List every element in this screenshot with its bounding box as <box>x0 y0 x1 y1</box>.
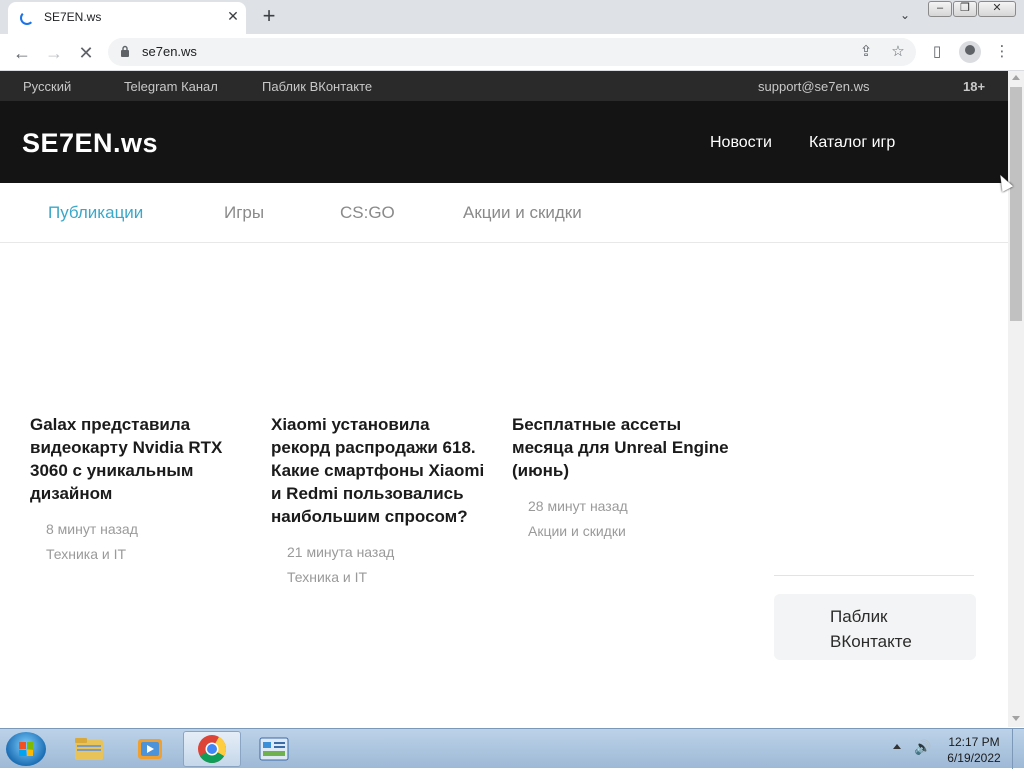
menu-kebab-icon[interactable]: ⋮ <box>992 42 1012 62</box>
article-time: 8 минут назад <box>46 521 138 537</box>
nav-news-link[interactable]: Новости <box>710 134 772 152</box>
side-panel-icon[interactable]: ▯ <box>927 42 947 62</box>
scroll-up-arrow-icon[interactable] <box>1012 75 1020 80</box>
article-category[interactable]: Техника и IT <box>46 542 248 567</box>
bookmark-star-icon[interactable]: ☆ <box>888 42 908 62</box>
browser-tab-strip: SE7EN.ws ✕ + ⌄ – ❐ ✕ <box>0 0 1024 34</box>
start-button[interactable] <box>6 732 46 766</box>
age-rating-badge: 18+ <box>963 79 986 94</box>
taskbar-control-panel[interactable] <box>245 731 303 767</box>
folder-icon <box>75 738 103 760</box>
url-text: se7en.ws <box>142 44 197 59</box>
telegram-link[interactable]: Telegram Канал <box>124 79 218 94</box>
windows-taskbar: 🔊 12:17 PM 6/19/2022 <box>0 728 1024 769</box>
address-bar[interactable]: se7en.ws <box>108 38 916 66</box>
volume-icon[interactable]: 🔊 <box>914 739 932 757</box>
loading-spinner-icon <box>20 11 34 25</box>
clock-date[interactable]: 6/19/2022 <box>944 751 1004 765</box>
tab-publications[interactable]: Публикации <box>48 203 143 223</box>
article-category[interactable]: Акции и скидки <box>528 519 730 544</box>
tab-search-chevron-icon[interactable]: ⌄ <box>896 8 914 26</box>
vk-public-widget[interactable]: Паблик ВКонтакте <box>774 594 976 660</box>
tab-title: SE7EN.ws <box>44 10 102 24</box>
tab-deals[interactable]: Акции и скидки <box>463 203 582 223</box>
show-hidden-icons-icon[interactable] <box>893 744 901 749</box>
site-topbar: Русский Telegram Канал Паблик ВКонтакте … <box>0 71 1008 101</box>
close-window-button[interactable]: ✕ <box>978 1 1016 17</box>
tab-games[interactable]: Игры <box>224 203 264 223</box>
article-card[interactable]: Бесплатные ассеты месяца для Unreal Engi… <box>512 413 730 544</box>
site-logo[interactable]: SE7EN.ws <box>22 128 158 159</box>
page-viewport: Русский Telegram Канал Паблик ВКонтакте … <box>0 71 1008 727</box>
browser-tab[interactable]: SE7EN.ws ✕ <box>8 2 246 34</box>
article-title[interactable]: Galax представила видеокарту Nvidia RTX … <box>30 413 248 505</box>
sidebar-divider <box>774 575 974 576</box>
forward-arrow-icon[interactable]: → <box>41 40 67 66</box>
nav-catalog-link[interactable]: Каталог игр <box>809 134 895 152</box>
taskbar-media-player[interactable] <box>122 731 180 767</box>
support-email-link[interactable]: support@se7en.ws <box>758 79 869 94</box>
category-tabs: Публикации Игры CS:GO Акции и скидки <box>0 183 1008 243</box>
restore-window-button[interactable]: ❐ <box>953 1 977 17</box>
article-time: 28 минут назад <box>528 498 628 514</box>
site-header: SE7EN.ws Новости Каталог игр <box>0 101 1008 183</box>
lock-icon <box>121 45 129 57</box>
stop-loading-icon[interactable]: ✕ <box>73 40 99 66</box>
article-title[interactable]: Бесплатные ассеты месяца для Unreal Engi… <box>512 413 730 482</box>
browser-toolbar: ← → ✕ se7en.ws ⇪ ☆ ▯ ⋮ <box>0 34 1024 71</box>
back-arrow-icon[interactable]: ← <box>9 40 35 66</box>
page-scrollbar[interactable] <box>1008 71 1024 727</box>
show-desktop-button[interactable] <box>1012 729 1024 769</box>
article-card[interactable]: Galax представила видеокарту Nvidia RTX … <box>30 413 248 567</box>
minimize-window-button[interactable]: – <box>928 1 952 17</box>
article-title[interactable]: Xiaomi установила рекорд распродажи 618.… <box>271 413 489 528</box>
article-time: 21 минута назад <box>287 544 395 560</box>
scroll-down-arrow-icon[interactable] <box>1012 716 1020 721</box>
vk-widget-label: Паблик ВКонтакте <box>830 607 912 651</box>
language-selector[interactable]: Русский <box>23 79 71 94</box>
clock-time[interactable]: 12:17 PM <box>946 735 1002 749</box>
tab-csgo[interactable]: CS:GO <box>340 203 395 223</box>
close-tab-icon[interactable]: ✕ <box>224 7 242 25</box>
vk-link[interactable]: Паблик ВКонтакте <box>262 79 372 94</box>
control-panel-icon <box>259 737 289 761</box>
article-category[interactable]: Техника и IT <box>287 565 489 590</box>
taskbar-explorer[interactable] <box>60 731 118 767</box>
taskbar-chrome[interactable] <box>183 731 241 767</box>
windows-logo-icon <box>19 742 33 756</box>
article-card[interactable]: Xiaomi установила рекорд распродажи 618.… <box>271 413 489 590</box>
profile-avatar-icon[interactable] <box>959 41 981 63</box>
new-tab-button[interactable]: + <box>256 4 282 30</box>
scroll-thumb[interactable] <box>1010 87 1022 321</box>
share-icon[interactable]: ⇪ <box>856 42 876 62</box>
media-player-icon <box>138 739 162 759</box>
chrome-icon <box>198 735 226 763</box>
